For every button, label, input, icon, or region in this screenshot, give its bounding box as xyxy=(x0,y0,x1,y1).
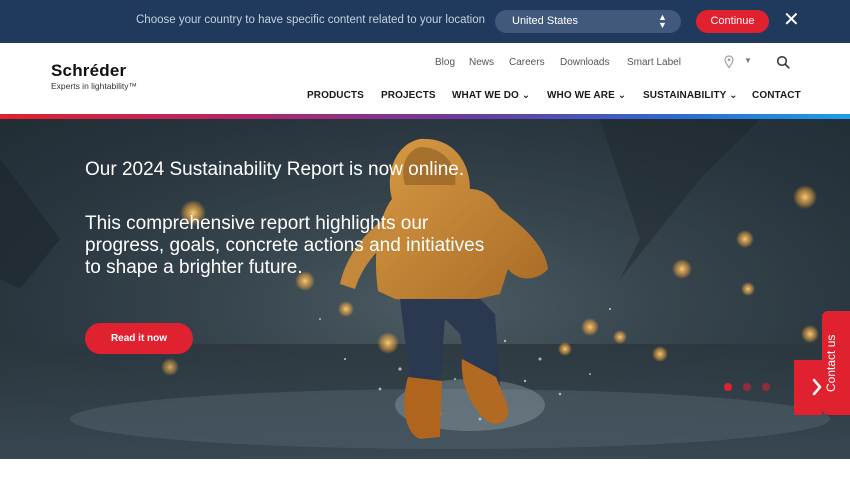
logo-name: Schréder xyxy=(51,61,127,80)
nav-what-we-do[interactable]: WHAT WE DO ⌄ xyxy=(452,90,530,101)
logo[interactable]: Schréder Experts in lightability™ xyxy=(51,61,137,91)
contact-us-label: Contact us xyxy=(824,334,838,392)
nav-contact[interactable]: CONTACT xyxy=(752,90,801,101)
utility-link-blog[interactable]: Blog xyxy=(435,57,455,68)
location-pin-icon[interactable] xyxy=(724,55,734,69)
chevron-down-icon[interactable]: ▼ xyxy=(744,56,752,65)
utility-link-news[interactable]: News xyxy=(469,57,494,68)
chevron-right-icon xyxy=(812,378,822,396)
carousel-dot-3[interactable] xyxy=(762,383,770,391)
carousel-dot-1[interactable] xyxy=(724,383,732,391)
hero-subtitle: This comprehensive report highlights our… xyxy=(85,213,485,278)
carousel-dot-2[interactable] xyxy=(743,383,751,391)
logo-tagline: Experts in lightability™ xyxy=(51,81,137,91)
site-header: Schréder Experts in lightability™ Blog N… xyxy=(0,43,850,114)
utility-link-downloads[interactable]: Downloads xyxy=(560,57,609,68)
contact-us-tab[interactable]: Contact us xyxy=(822,311,850,415)
country-select-value: United States xyxy=(512,15,579,27)
utility-link-careers[interactable]: Careers xyxy=(509,57,545,68)
nav-products[interactable]: PRODUCTS xyxy=(307,90,364,101)
search-icon[interactable] xyxy=(776,55,790,69)
hero-title: Our 2024 Sustainability Report is now on… xyxy=(85,159,465,180)
country-bar: Choose your country to have specific con… xyxy=(0,0,850,43)
country-message: Choose your country to have specific con… xyxy=(136,14,486,26)
hero-banner: Our 2024 Sustainability Report is now on… xyxy=(0,119,850,459)
utility-link-smart-label[interactable]: Smart Label xyxy=(627,57,681,68)
select-arrows-icon: ▲ ▼ xyxy=(658,12,667,30)
country-select[interactable]: United States ▲ ▼ xyxy=(495,10,681,33)
read-report-button[interactable]: Read it now xyxy=(85,323,193,354)
nav-projects[interactable]: PROJECTS xyxy=(381,90,436,101)
continue-button[interactable]: Continue xyxy=(696,10,769,33)
contact-toggle[interactable] xyxy=(794,360,822,415)
nav-sustainability[interactable]: SUSTAINABILITY ⌄ xyxy=(643,90,738,101)
nav-who-we-are[interactable]: WHO WE ARE ⌄ xyxy=(547,90,626,101)
close-icon[interactable]: ✕ xyxy=(783,10,800,30)
